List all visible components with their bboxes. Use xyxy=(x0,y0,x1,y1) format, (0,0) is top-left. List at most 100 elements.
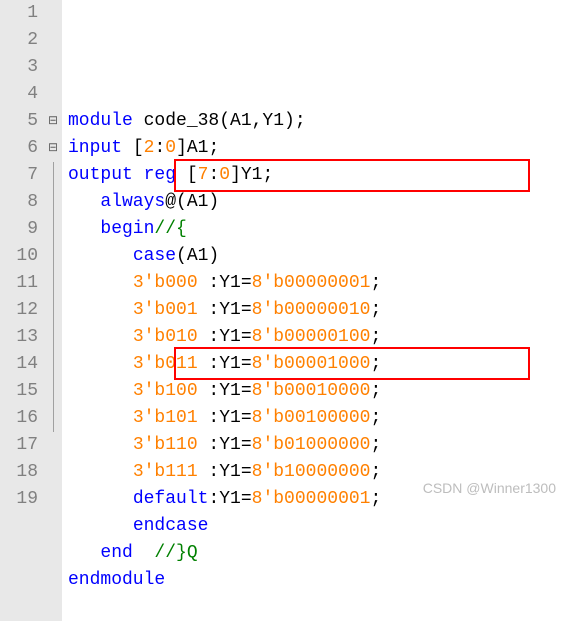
line-number: 17 xyxy=(0,432,38,459)
code-token: :Y1= xyxy=(198,273,252,293)
code-token: begin xyxy=(100,219,154,239)
code-token: ; xyxy=(370,273,381,293)
line-number: 5 xyxy=(0,108,38,135)
code-token xyxy=(68,516,133,536)
code-line: 3'b000 :Y1=8'b00000001; xyxy=(68,270,381,297)
code-token: ]Y1; xyxy=(230,165,273,185)
code-token: endmodule xyxy=(68,570,165,590)
fold-marker: ⊟ xyxy=(44,135,62,162)
code-line: output reg [7:0]Y1; xyxy=(68,162,381,189)
code-token: :Y1= xyxy=(198,300,252,320)
line-number: 8 xyxy=(0,189,38,216)
code-line: 3'b001 :Y1=8'b00000010; xyxy=(68,297,381,324)
code-token xyxy=(68,300,133,320)
line-number: 18 xyxy=(0,459,38,486)
code-token: :Y1= xyxy=(198,435,252,455)
line-number: 6 xyxy=(0,135,38,162)
code-token: 0 xyxy=(219,165,230,185)
code-line: 3'b100 :Y1=8'b00010000; xyxy=(68,378,381,405)
fold-marker xyxy=(44,189,62,216)
code-token: 8'b00000010 xyxy=(252,300,371,320)
fold-marker xyxy=(44,54,62,81)
code-token xyxy=(68,192,100,212)
code-token: 3'b110 xyxy=(133,435,198,455)
code-token: @(A1) xyxy=(165,192,219,212)
code-token xyxy=(68,381,133,401)
fold-marker xyxy=(44,378,62,405)
code-token: 8'b00000100 xyxy=(252,327,371,347)
line-number: 15 xyxy=(0,378,38,405)
fold-gutter: ⊟⊟ xyxy=(44,0,62,621)
code-token xyxy=(68,408,133,428)
code-token: 8'b00100000 xyxy=(252,408,371,428)
fold-marker xyxy=(44,351,62,378)
line-number: 1 xyxy=(0,0,38,27)
code-token: ; xyxy=(370,300,381,320)
line-number: 2 xyxy=(0,27,38,54)
fold-marker xyxy=(44,162,62,189)
code-area: module code_38(A1,Y1);input [2:0]A1;outp… xyxy=(62,0,381,621)
code-token: :Y1= xyxy=(208,489,251,509)
code-line: default:Y1=8'b00000001; xyxy=(68,486,381,513)
fold-marker: ⊟ xyxy=(44,108,62,135)
code-token: 8'b00010000 xyxy=(252,381,371,401)
code-editor: 12345678910111213141516171819 ⊟⊟ module … xyxy=(0,0,562,621)
code-token xyxy=(68,354,133,374)
fold-marker xyxy=(44,405,62,432)
code-token: [ xyxy=(122,138,144,158)
code-token: 3'b100 xyxy=(133,381,198,401)
code-token: :Y1= xyxy=(198,327,252,347)
code-line: case(A1) xyxy=(68,243,381,270)
code-line: 3'b010 :Y1=8'b00000100; xyxy=(68,324,381,351)
code-token xyxy=(68,273,133,293)
line-number: 3 xyxy=(0,54,38,81)
code-token: case xyxy=(133,246,176,266)
code-token xyxy=(68,462,133,482)
code-token: 3'b101 xyxy=(133,408,198,428)
code-token: input xyxy=(68,138,122,158)
code-token: 3'b011 xyxy=(133,354,198,374)
code-token: 7 xyxy=(198,165,209,185)
code-token: reg xyxy=(144,165,176,185)
code-token: output xyxy=(68,165,133,185)
code-token: module xyxy=(68,111,133,131)
code-line: 3'b011 :Y1=8'b00001000; xyxy=(68,351,381,378)
code-token: (A1) xyxy=(176,246,219,266)
line-number: 12 xyxy=(0,297,38,324)
code-token: 3'b001 xyxy=(133,300,198,320)
code-token: 8'b00001000 xyxy=(252,354,371,374)
code-line xyxy=(68,594,381,621)
code-token xyxy=(68,219,100,239)
code-token: ; xyxy=(370,381,381,401)
code-token: ; xyxy=(370,462,381,482)
code-token: end xyxy=(100,543,132,563)
fold-marker xyxy=(44,486,62,513)
fold-marker xyxy=(44,270,62,297)
code-token: 0 xyxy=(165,138,176,158)
code-line: 3'b101 :Y1=8'b00100000; xyxy=(68,405,381,432)
code-token: ; xyxy=(370,435,381,455)
code-token: //}Q xyxy=(154,543,197,563)
fold-marker xyxy=(44,432,62,459)
line-number: 9 xyxy=(0,216,38,243)
code-token: : xyxy=(154,138,165,158)
fold-marker xyxy=(44,27,62,54)
line-number: 11 xyxy=(0,270,38,297)
code-token: always xyxy=(100,192,165,212)
code-token: 2 xyxy=(144,138,155,158)
code-token: ; xyxy=(370,327,381,347)
code-line: 3'b111 :Y1=8'b10000000; xyxy=(68,459,381,486)
code-token xyxy=(68,489,133,509)
code-token: 8'b01000000 xyxy=(252,435,371,455)
code-token: 8'b10000000 xyxy=(252,462,371,482)
code-token: 3'b111 xyxy=(133,462,198,482)
code-line: begin//{ xyxy=(68,216,381,243)
fold-marker xyxy=(44,297,62,324)
fold-marker xyxy=(44,81,62,108)
code-token: :Y1= xyxy=(198,462,252,482)
code-token: :Y1= xyxy=(198,354,252,374)
line-number: 4 xyxy=(0,81,38,108)
code-line: endcase xyxy=(68,513,381,540)
fold-marker xyxy=(44,324,62,351)
line-number: 14 xyxy=(0,351,38,378)
